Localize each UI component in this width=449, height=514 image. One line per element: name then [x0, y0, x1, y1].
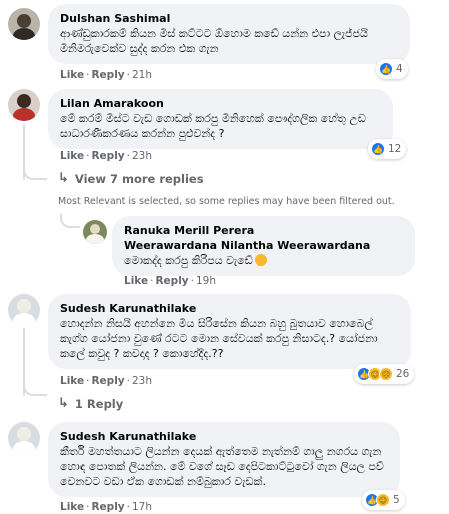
- comment-3: Sudesh Karunathilake හොදන්න නිසයි අහන්නෙ…: [0, 290, 449, 390]
- one-reply-label: 1 Reply: [74, 396, 124, 411]
- comment-author[interactable]: Dulshan Sashimal: [60, 11, 398, 26]
- reply-arrow-icon: ↳: [58, 171, 69, 186]
- comment-time[interactable]: 21h: [132, 69, 152, 81]
- reply-comment: Ranuka Merill Perera Weerawardana Nilant…: [0, 212, 449, 292]
- like-icon: 👍: [379, 62, 393, 76]
- reply-author[interactable]: Ranuka Merill Perera: [124, 223, 403, 238]
- comment-1: Dulshan Sashimal ආණ්ඩුකාරකම් කියන මිස් ක…: [0, 0, 449, 81]
- like-button[interactable]: Like: [60, 501, 84, 513]
- reaction-summary[interactable]: 👍 ☺ ☹ 26: [354, 364, 415, 384]
- reply-bubble: Ranuka Merill Perera Weerawardana Nilant…: [112, 216, 415, 276]
- like-button[interactable]: Like: [60, 150, 84, 162]
- comment-bubble: Dulshan Sashimal ආණ්ඩුකාරකම් කියන මිස් ක…: [48, 4, 410, 64]
- view-more-replies-label: View 7 more replies: [74, 171, 204, 186]
- comment-text: හොදන්න නිසයි අහන්නෙ මිය සිරිසේන කියන බහු…: [60, 317, 378, 360]
- thread-connector: [23, 170, 47, 180]
- avatar[interactable]: [8, 422, 40, 454]
- comment-text: මේ කරම් මිස්ට වැඩ ගොඩක් කරපු මිනිහෙක් පෞ…: [60, 112, 366, 140]
- comment-author[interactable]: Lilan Amarakoon: [60, 96, 381, 111]
- reaction-summary[interactable]: 👍 ☺ 5: [362, 490, 405, 510]
- reply-button[interactable]: Reply: [91, 501, 124, 513]
- like-icon: 👍: [371, 142, 385, 156]
- comment-time[interactable]: 23h: [132, 375, 152, 387]
- comment-bubble: Sudesh Karunathilake කීර්ති මහත්තයාට ලිය…: [48, 422, 400, 497]
- avatar[interactable]: [83, 220, 107, 244]
- reply-body: මොකද්ද කරපු කිරිපය වැඩේ: [124, 254, 253, 267]
- avatar[interactable]: [8, 8, 40, 40]
- view-more-replies-link[interactable]: ↳ View 7 more replies: [58, 171, 204, 186]
- comment-2: Lilan Amarakoon මේ කරම් මිස්ට වැඩ ගොඩක් …: [0, 85, 449, 165]
- comment-actions: Like · Reply · 23h: [60, 375, 152, 387]
- reply-button[interactable]: Reply: [155, 275, 188, 287]
- comment-actions: Like · Reply · 21h: [60, 69, 152, 81]
- reply-button[interactable]: Reply: [91, 375, 124, 387]
- reply-arrow-icon: ↳: [58, 396, 69, 411]
- comment-4: Sudesh Karunathilake කීර්ති මහත්තයාට ලිය…: [0, 418, 449, 514]
- haha-icon: ☺: [376, 493, 390, 507]
- reply-time[interactable]: 19h: [196, 275, 216, 287]
- comment-author[interactable]: Sudesh Karunathilake: [60, 429, 388, 444]
- comment-text: ආණ්ඩුකාරකම් කියන මිස් කට්ටට ඕහොම කඩේ යන්…: [60, 27, 368, 55]
- mention-link[interactable]: Weerawardana Nilantha Weerawardana: [124, 239, 370, 252]
- comment-author[interactable]: Sudesh Karunathilake: [60, 301, 399, 316]
- reaction-summary[interactable]: 👍 4: [376, 59, 408, 79]
- reply-button[interactable]: Reply: [91, 69, 124, 81]
- like-button[interactable]: Like: [60, 375, 84, 387]
- one-reply-link[interactable]: ↳ 1 Reply: [58, 396, 123, 411]
- comment-bubble: Lilan Amarakoon මේ කරම් මිස්ට වැඩ ගොඩක් …: [48, 89, 393, 149]
- reply-text: Weerawardana Nilantha Weerawardana මොකද්…: [124, 238, 403, 268]
- comment-text: කීර්ති මහත්තයාට ලියන්න දෙයක් ඇත්තෙම නැත්…: [60, 445, 384, 488]
- reaction-count: 4: [396, 63, 403, 75]
- smile-emoji-icon: [254, 254, 267, 266]
- avatar[interactable]: [8, 89, 40, 121]
- like-button[interactable]: Like: [60, 69, 84, 81]
- comment-actions: Like · Reply · 23h: [60, 150, 152, 162]
- filter-note: Most Relevant is selected, so some repli…: [58, 196, 395, 207]
- reaction-summary[interactable]: 👍 12: [368, 139, 407, 159]
- reaction-count: 5: [393, 494, 400, 506]
- comment-actions: Like · Reply · 17h: [60, 501, 152, 513]
- avatar[interactable]: [8, 294, 40, 326]
- sad-icon: ☹: [379, 367, 393, 381]
- comment-time[interactable]: 23h: [132, 150, 152, 162]
- like-button[interactable]: Like: [124, 275, 148, 287]
- reaction-count: 12: [388, 143, 402, 155]
- reply-button[interactable]: Reply: [91, 150, 124, 162]
- reaction-count: 26: [396, 368, 410, 380]
- reply-actions: Like · Reply · 19h: [124, 275, 216, 287]
- comment-bubble: Sudesh Karunathilake හොදන්න නිසයි අහන්නෙ…: [48, 294, 411, 369]
- thread-connector: [23, 386, 47, 396]
- comment-time[interactable]: 17h: [132, 501, 152, 513]
